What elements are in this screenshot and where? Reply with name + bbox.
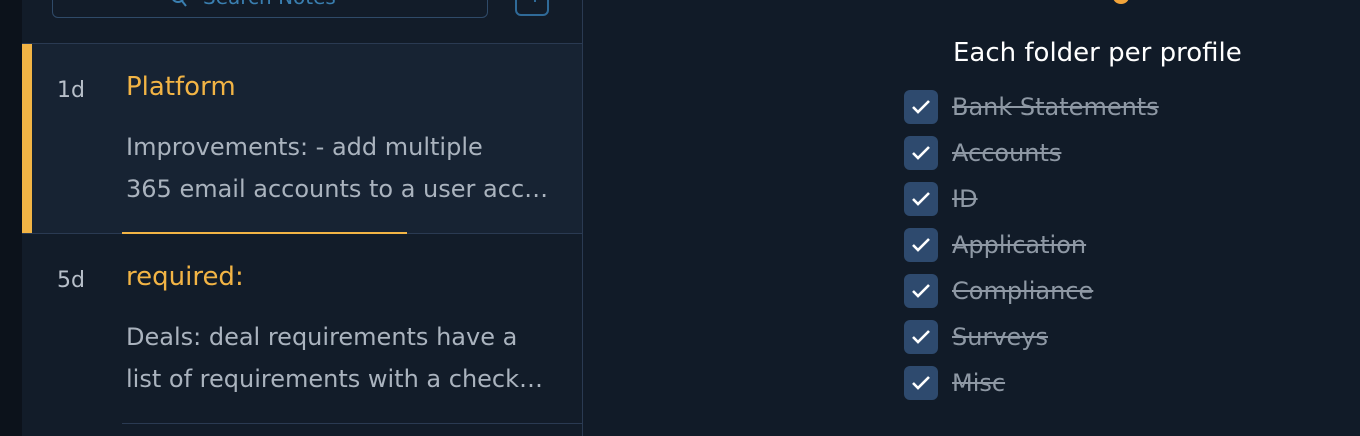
note-editor: Each folder per profile Bank Statements … xyxy=(583,0,1360,436)
checklist-label: Surveys xyxy=(952,323,1048,351)
checklist-item: ID xyxy=(904,176,1159,222)
check-icon xyxy=(912,146,930,160)
new-note-button[interactable] xyxy=(515,0,549,16)
checkbox[interactable] xyxy=(904,136,938,170)
checklist-item: Bank Statements xyxy=(904,84,1159,130)
checklist-label: Bank Statements xyxy=(952,93,1159,121)
checkbox[interactable] xyxy=(904,274,938,308)
check-icon xyxy=(912,284,930,298)
check-icon xyxy=(912,192,930,206)
note-title: Platform xyxy=(126,72,236,102)
window-left-edge xyxy=(0,0,22,436)
status-dot xyxy=(1113,0,1129,4)
note-preview-line: list of requirements with a checkbox xyxy=(126,365,556,393)
checklist-label: Accounts xyxy=(952,139,1062,167)
note-preview-line: Deals: deal requirements have a xyxy=(126,323,518,351)
checkbox[interactable] xyxy=(904,320,938,354)
search-input[interactable]: Search Notes xyxy=(52,0,488,18)
checklist-item: Application xyxy=(904,222,1159,268)
editor-heading: Each folder per profile xyxy=(953,38,1242,68)
checkbox[interactable] xyxy=(904,228,938,262)
note-age: 1d xyxy=(57,78,85,103)
note-preview: Deals: deal requirements have a list of … xyxy=(126,316,556,400)
note-item[interactable]: 5d required: Deals: deal requirements ha… xyxy=(22,234,582,424)
search-placeholder: Search Notes xyxy=(203,0,336,9)
note-preview: Improvements: - add multiple 365 email a… xyxy=(126,126,556,210)
check-icon xyxy=(912,330,930,344)
checklist-label: Application xyxy=(952,231,1087,259)
new-note-icon xyxy=(534,0,536,2)
checklist-item: Surveys xyxy=(904,314,1159,360)
note-preview-line: Improvements: - add multiple xyxy=(126,133,483,161)
note-item[interactable]: 1d Platform Improvements: - add multiple… xyxy=(22,44,582,234)
note-title: required: xyxy=(126,262,244,292)
checklist: Bank Statements Accounts ID Application … xyxy=(904,84,1159,406)
checklist-label: Compliance xyxy=(952,277,1094,305)
checklist-item: Compliance xyxy=(904,268,1159,314)
check-icon xyxy=(912,376,930,390)
note-age: 5d xyxy=(57,268,85,293)
note-separator xyxy=(122,423,582,424)
check-icon xyxy=(912,238,930,252)
checklist-item: Misc xyxy=(904,360,1159,406)
search-icon xyxy=(172,0,187,7)
notes-list-pane: Search Notes 1d Platform Improvements: -… xyxy=(22,0,583,436)
checklist-label: ID xyxy=(952,185,978,213)
checklist-item: Accounts xyxy=(904,130,1159,176)
checklist-label: Misc xyxy=(952,369,1006,397)
check-icon xyxy=(912,100,930,114)
checkbox[interactable] xyxy=(904,90,938,124)
note-preview-line: 365 email accounts to a user account xyxy=(126,175,556,203)
selected-indicator xyxy=(22,44,32,234)
checkbox[interactable] xyxy=(904,182,938,216)
checkbox[interactable] xyxy=(904,366,938,400)
